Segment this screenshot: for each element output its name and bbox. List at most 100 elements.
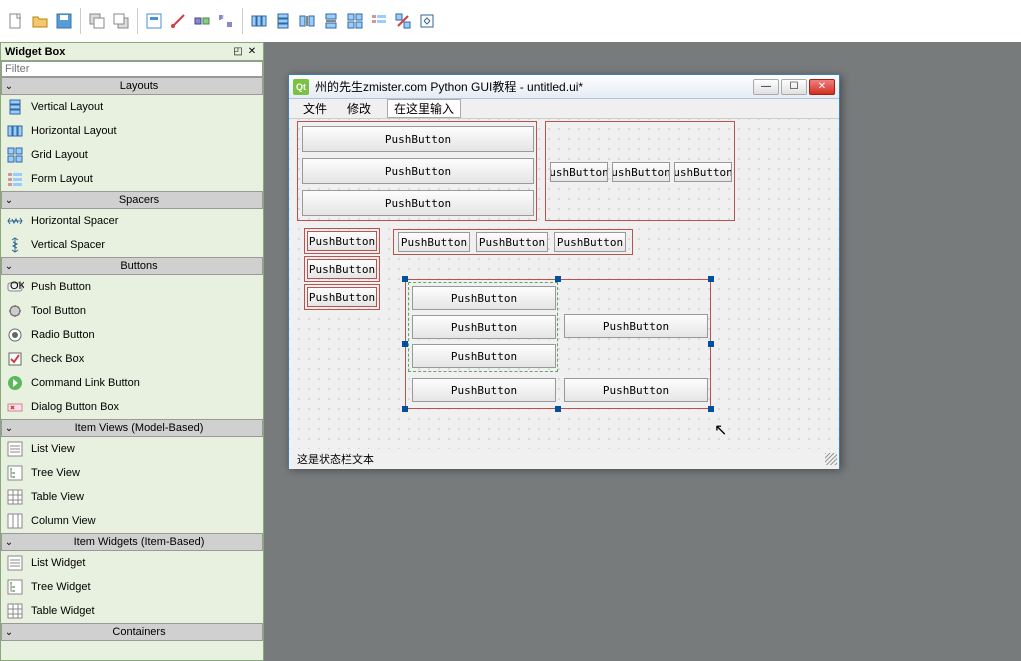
chevron-down-icon: ⌄ [2, 627, 16, 638]
widget-grid-layout[interactable]: Grid Layout [1, 143, 263, 167]
push-button[interactable]: PushButton [307, 231, 377, 251]
design-window[interactable]: Qt 州的先生zmister.com Python GUI教程 - untitl… [288, 74, 840, 468]
widget-list-view[interactable]: List View [1, 437, 263, 461]
push-button[interactable]: PushButton [412, 315, 556, 339]
push-button[interactable]: PushButton [412, 344, 556, 368]
selection-handle[interactable] [555, 276, 561, 282]
menu-file[interactable]: 文件 [299, 100, 331, 117]
category-layouts[interactable]: ⌄Layouts [1, 77, 263, 95]
hbox-layout-2[interactable]: PushButton PushButton PushButton [393, 229, 633, 255]
push-button[interactable]: PushButton [398, 232, 470, 252]
grid-layout-selected[interactable]: PushButton PushButton PushButton PushBut… [405, 279, 711, 409]
new-file-icon[interactable] [4, 9, 28, 33]
push-button[interactable]: PushButton [302, 126, 534, 152]
form-body[interactable]: PushButton PushButton PushButton ushButt… [289, 119, 839, 449]
design-canvas[interactable]: Qt 州的先生zmister.com Python GUI教程 - untitl… [264, 42, 1021, 661]
push-button[interactable]: PushButton [307, 287, 377, 307]
minimize-button[interactable]: — [753, 79, 779, 95]
qt-app-icon: Qt [293, 79, 309, 95]
widget-horizontal-layout[interactable]: Horizontal Layout [1, 119, 263, 143]
close-panel-icon[interactable]: ✕ [245, 45, 259, 59]
break-layout-icon[interactable] [391, 9, 415, 33]
push-button[interactable]: PushButton [412, 286, 556, 310]
maximize-button[interactable]: ☐ [781, 79, 807, 95]
category-spacers[interactable]: ⌄Spacers [1, 191, 263, 209]
layout-grid-icon[interactable] [343, 9, 367, 33]
edit-buddies-icon[interactable] [190, 9, 214, 33]
layout-vsplit-icon[interactable] [319, 9, 343, 33]
layout-hbox-icon[interactable] [247, 9, 271, 33]
category-buttons[interactable]: ⌄Buttons [1, 257, 263, 275]
chevron-down-icon: ⌄ [2, 81, 16, 92]
edit-widgets-icon[interactable] [142, 9, 166, 33]
selection-handle[interactable] [402, 276, 408, 282]
widget-dialog-button-box[interactable]: Dialog Button Box [1, 395, 263, 419]
float-panel-icon[interactable]: ◰ [231, 45, 245, 59]
menu-edit[interactable]: 修改 [343, 100, 375, 117]
edit-signals-icon[interactable] [166, 9, 190, 33]
push-button[interactable]: PushButton [564, 378, 708, 402]
vertical-spacer-icon [5, 235, 25, 255]
layout-form-icon[interactable] [367, 9, 391, 33]
layout-hsplit-icon[interactable] [295, 9, 319, 33]
widget-tool-button[interactable]: Tool Button [1, 299, 263, 323]
bring-front-icon[interactable] [109, 9, 133, 33]
push-button[interactable]: PushButton [412, 378, 556, 402]
send-back-icon[interactable] [85, 9, 109, 33]
selection-handle[interactable] [708, 276, 714, 282]
widget-column-view[interactable]: Column View [1, 509, 263, 533]
save-file-icon[interactable] [52, 9, 76, 33]
filter-input[interactable] [1, 61, 263, 77]
category-containers[interactable]: ⌄Containers [1, 623, 263, 641]
widget-vertical-layout[interactable]: Vertical Layout [1, 95, 263, 119]
main-toolbar: 12 [0, 0, 1021, 42]
selection-handle[interactable] [402, 341, 408, 347]
nested-vbox[interactable]: PushButton PushButton PushButton [408, 282, 558, 372]
widget-check-box[interactable]: Check Box [1, 347, 263, 371]
list-widget-icon [5, 553, 25, 573]
selection-handle[interactable] [708, 341, 714, 347]
edit-taborder-icon[interactable]: 12 [214, 9, 238, 33]
widget-vertical-spacer[interactable]: Vertical Spacer [1, 233, 263, 257]
widget-command-link-button[interactable]: Command Link Button [1, 371, 263, 395]
widget-form-layout[interactable]: Form Layout [1, 167, 263, 191]
widget-tree-view[interactable]: Tree View [1, 461, 263, 485]
push-button[interactable]: PushButton [302, 158, 534, 184]
category-item-widgets[interactable]: ⌄Item Widgets (Item-Based) [1, 533, 263, 551]
push-button[interactable]: ushButton [674, 162, 732, 182]
widget-horizontal-spacer[interactable]: Horizontal Spacer [1, 209, 263, 233]
vbox-layout-1[interactable]: PushButton PushButton PushButton [297, 121, 537, 221]
chevron-down-icon: ⌄ [2, 537, 16, 548]
vbox-layout-2[interactable]: PushButton PushButton PushButton [307, 231, 379, 307]
widget-push-button[interactable]: OKPush Button [1, 275, 263, 299]
category-item-views[interactable]: ⌄Item Views (Model-Based) [1, 419, 263, 437]
dialog-button-box-icon [5, 397, 25, 417]
push-button[interactable]: ushButton [612, 162, 670, 182]
push-button[interactable]: PushButton [476, 232, 548, 252]
adjust-size-icon[interactable] [415, 9, 439, 33]
tool-button-icon [5, 301, 25, 321]
push-button[interactable]: PushButton [554, 232, 626, 252]
vertical-layout-icon [5, 97, 25, 117]
widget-tree-widget[interactable]: Tree Widget [1, 575, 263, 599]
hbox-layout-1[interactable]: ushButton ushButton ushButton [545, 121, 735, 221]
push-button[interactable]: PushButton [302, 190, 534, 216]
push-button[interactable]: PushButton [307, 259, 377, 279]
close-button[interactable]: ✕ [809, 79, 835, 95]
layout-vbox-icon[interactable] [271, 9, 295, 33]
widget-radio-button[interactable]: Radio Button [1, 323, 263, 347]
selection-handle[interactable] [708, 406, 714, 412]
widget-tree[interactable]: ⌄Layouts Vertical Layout Horizontal Layo… [1, 77, 263, 653]
widget-list-widget[interactable]: List Widget [1, 551, 263, 575]
widget-table-widget[interactable]: Table Widget [1, 599, 263, 623]
push-button[interactable]: PushButton [564, 314, 708, 338]
selection-handle[interactable] [402, 406, 408, 412]
toolbar-separator [137, 8, 138, 34]
resize-grip-icon[interactable] [825, 453, 837, 465]
menu-type-here[interactable]: 在这里输入 [387, 99, 461, 118]
chevron-down-icon: ⌄ [2, 195, 16, 206]
push-button[interactable]: ushButton [550, 162, 608, 182]
widget-table-view[interactable]: Table View [1, 485, 263, 509]
selection-handle[interactable] [555, 406, 561, 412]
open-file-icon[interactable] [28, 9, 52, 33]
